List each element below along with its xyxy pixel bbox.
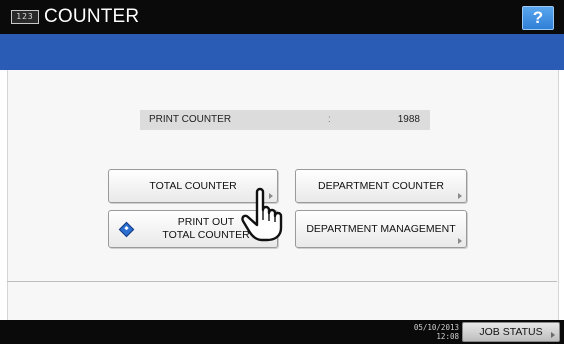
page-title: COUNTER (44, 6, 140, 27)
help-button[interactable]: ? (522, 6, 554, 30)
date-text: 05/10/2013 (413, 323, 459, 332)
print-counter-separator: : (328, 114, 331, 125)
print-counter-row: PRINT COUNTER : 1988 (140, 110, 430, 130)
counter-app-icon: 123 (11, 10, 39, 24)
department-management-label: DEPARTMENT MANAGEMENT (306, 223, 456, 235)
date-time: 05/10/2013 12:08 (414, 323, 459, 341)
title-bar: 123 COUNTER ? (0, 0, 564, 34)
header-band (0, 34, 564, 70)
status-bar: 05/10/2013 12:08 JOB STATUS (0, 320, 564, 344)
submenu-arrow-icon (458, 238, 462, 244)
department-counter-label: DEPARTMENT COUNTER (317, 180, 444, 192)
department-management-button[interactable]: DEPARTMENT MANAGEMENT (295, 210, 467, 248)
job-status-label: JOB STATUS (479, 326, 543, 338)
submenu-arrow-icon (551, 332, 555, 338)
department-counter-button[interactable]: DEPARTMENT COUNTER (295, 169, 467, 203)
job-status-button[interactable]: JOB STATUS (462, 322, 560, 342)
hand-pointer-icon (241, 187, 283, 242)
total-counter-label: TOTAL COUNTER (149, 180, 237, 192)
diamond-start-icon (118, 221, 135, 238)
print-counter-value: 1988 (397, 114, 420, 125)
time-text: 12:08 (436, 332, 459, 341)
divider (7, 281, 557, 282)
submenu-arrow-icon (458, 193, 462, 199)
print-counter-label: PRINT COUNTER (149, 114, 232, 125)
